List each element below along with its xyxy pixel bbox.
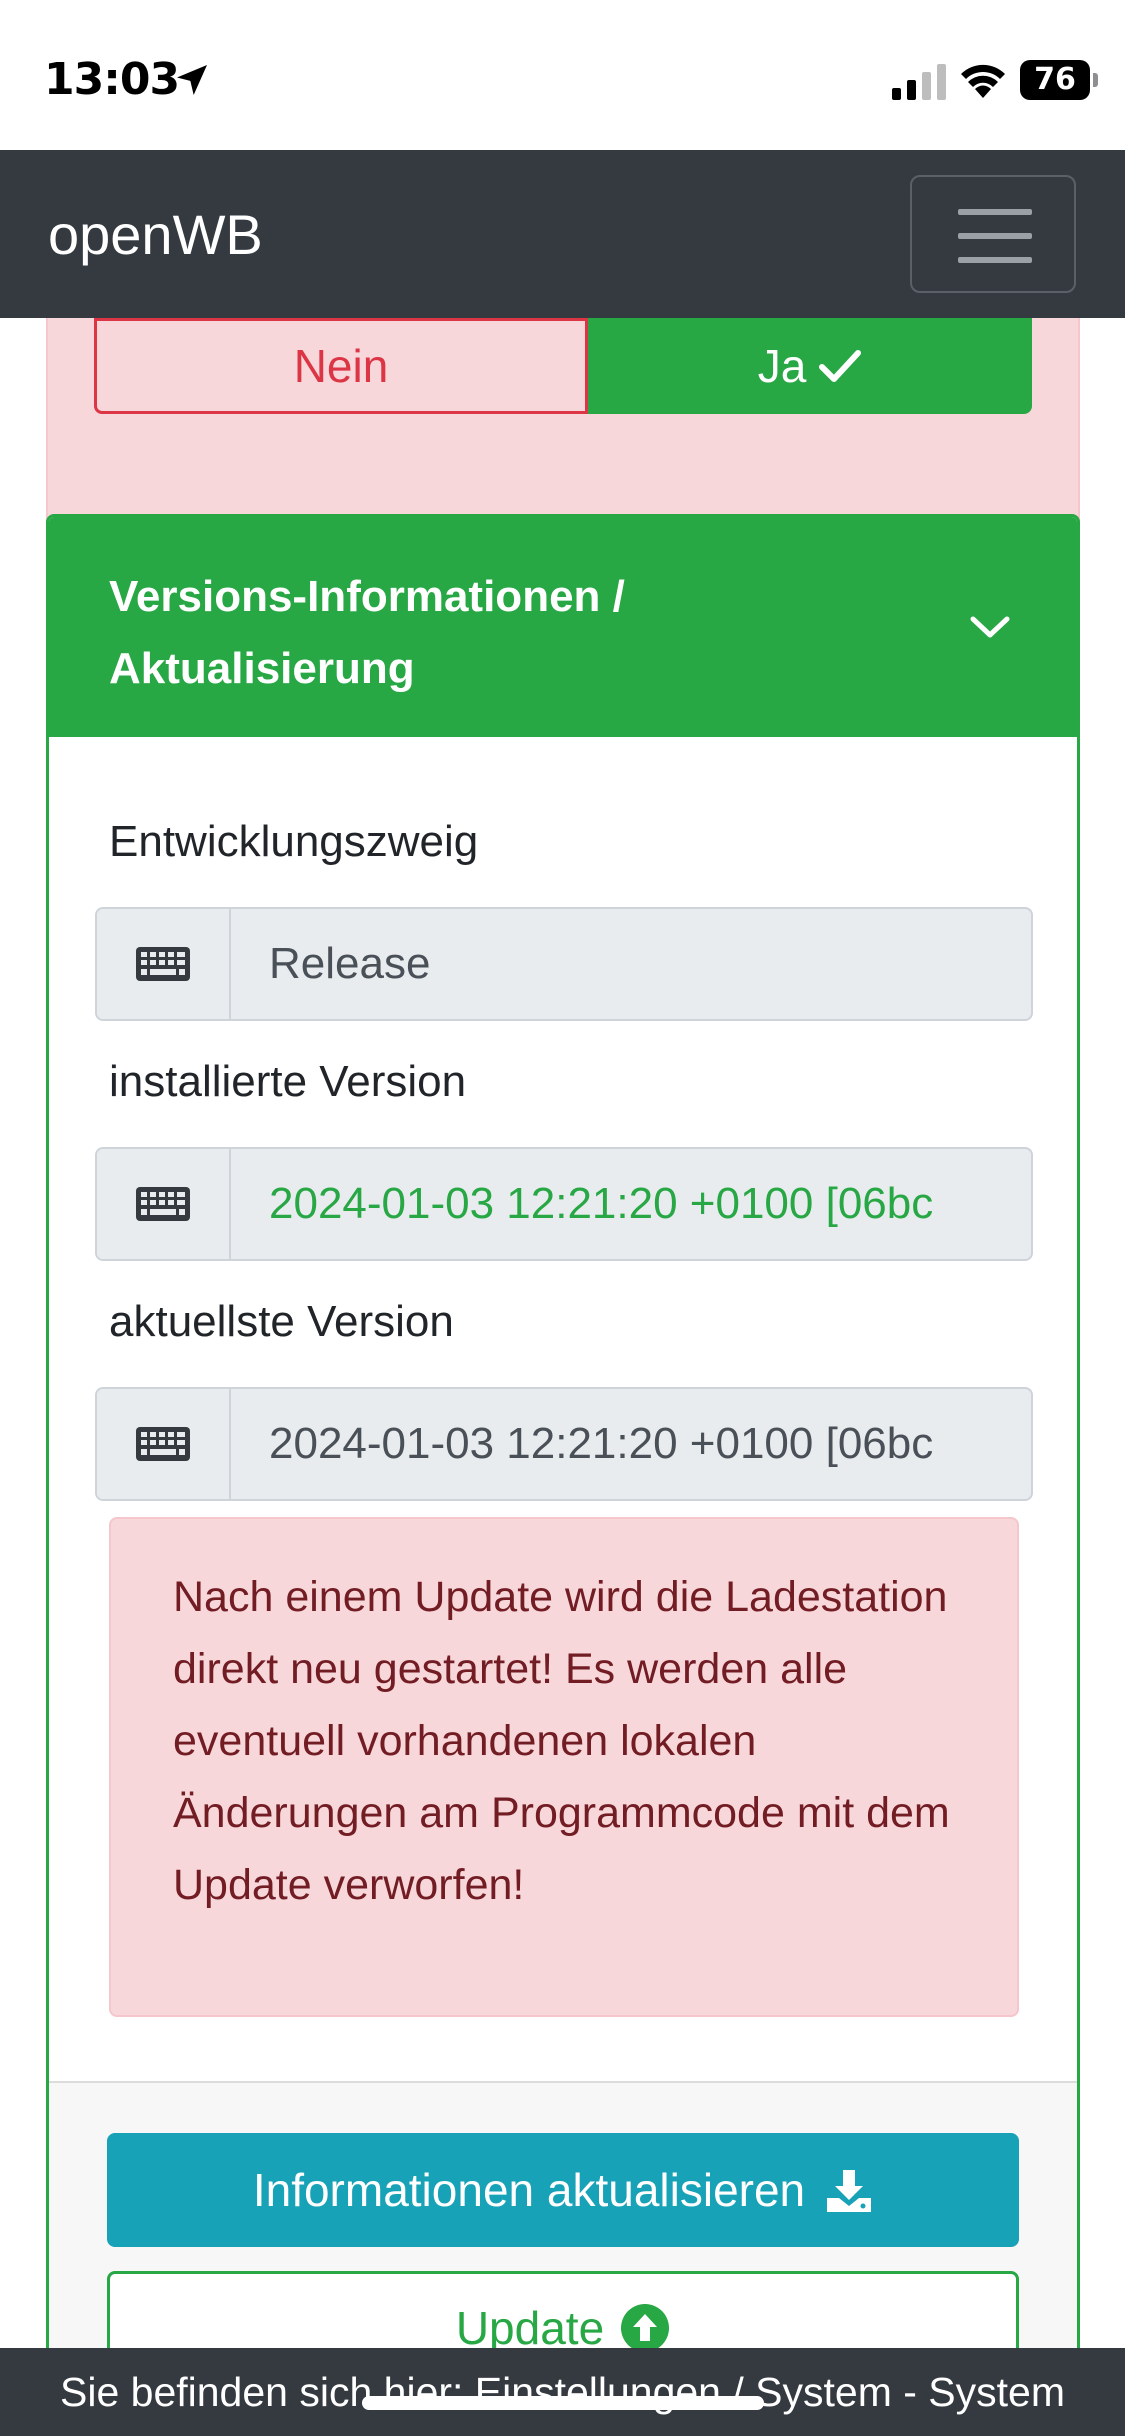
wifi-icon bbox=[961, 64, 1005, 98]
chevron-down-icon bbox=[970, 616, 1010, 638]
status-bar: 13:03 76 bbox=[0, 0, 1125, 150]
no-button-label: Nein bbox=[293, 340, 389, 392]
update-warning: Nach einem Update wird die Ladestation d… bbox=[109, 1517, 1019, 2017]
arrow-circle-up-icon bbox=[621, 2304, 670, 2348]
branch-label: Entwicklungszweig bbox=[109, 817, 479, 866]
branch-field: Release bbox=[95, 907, 1033, 1021]
keyboard-icon bbox=[97, 1149, 231, 1259]
latest-version-label: aktuellste Version bbox=[109, 1297, 454, 1346]
yes-button-label: Ja bbox=[757, 340, 807, 392]
check-icon bbox=[819, 350, 862, 382]
yes-button[interactable]: Ja bbox=[588, 318, 1032, 414]
no-button[interactable]: Nein bbox=[94, 318, 588, 414]
latest-version-field: 2024-01-03 12:21:20 +0100 [06bc bbox=[95, 1387, 1033, 1501]
versions-card-footer: Informationen aktualisieren Update bbox=[49, 2081, 1077, 2348]
versions-card: Versions-Informationen / Aktualisierung … bbox=[46, 514, 1080, 2348]
cellular-signal-icon bbox=[892, 64, 946, 100]
branch-value: Release bbox=[269, 939, 431, 988]
hamburger-menu-icon bbox=[958, 209, 1032, 215]
battery-icon: 76 bbox=[1020, 60, 1098, 100]
status-time: 13:03 bbox=[44, 54, 180, 105]
update-button[interactable]: Update bbox=[107, 2271, 1019, 2348]
brand-logo[interactable]: openWB bbox=[48, 202, 263, 267]
latest-version-value: 2024-01-03 12:21:20 +0100 [06bc bbox=[269, 1419, 934, 1468]
installed-version-label: installierte Version bbox=[109, 1057, 467, 1106]
update-button-label: Update bbox=[455, 2302, 605, 2348]
refresh-info-label: Informationen aktualisieren bbox=[252, 2164, 806, 2216]
location-arrow-icon bbox=[177, 65, 207, 95]
keyboard-icon bbox=[97, 1389, 231, 1499]
breadcrumb-footer: Sie befinden sich hier: Einstellungen / … bbox=[0, 2348, 1125, 2436]
keyboard-icon bbox=[97, 909, 231, 1019]
download-icon bbox=[827, 2170, 872, 2212]
versions-card-title: Versions-Informationen / Aktualisierung bbox=[109, 572, 625, 693]
refresh-info-button[interactable]: Informationen aktualisieren bbox=[107, 2133, 1019, 2247]
hamburger-menu-button[interactable] bbox=[910, 175, 1076, 293]
versions-card-header[interactable]: Versions-Informationen / Aktualisierung bbox=[49, 517, 1077, 737]
navbar: openWB bbox=[0, 150, 1125, 318]
installed-version-value: 2024-01-03 12:21:20 +0100 [06bc bbox=[269, 1179, 934, 1228]
installed-version-field: 2024-01-03 12:21:20 +0100 [06bc bbox=[95, 1147, 1033, 1261]
confirm-button-group: Nein Ja bbox=[94, 318, 1032, 414]
home-indicator[interactable] bbox=[362, 2396, 764, 2410]
main-content: Nein Ja Versions-Informationen / Aktuali… bbox=[0, 318, 1125, 2348]
